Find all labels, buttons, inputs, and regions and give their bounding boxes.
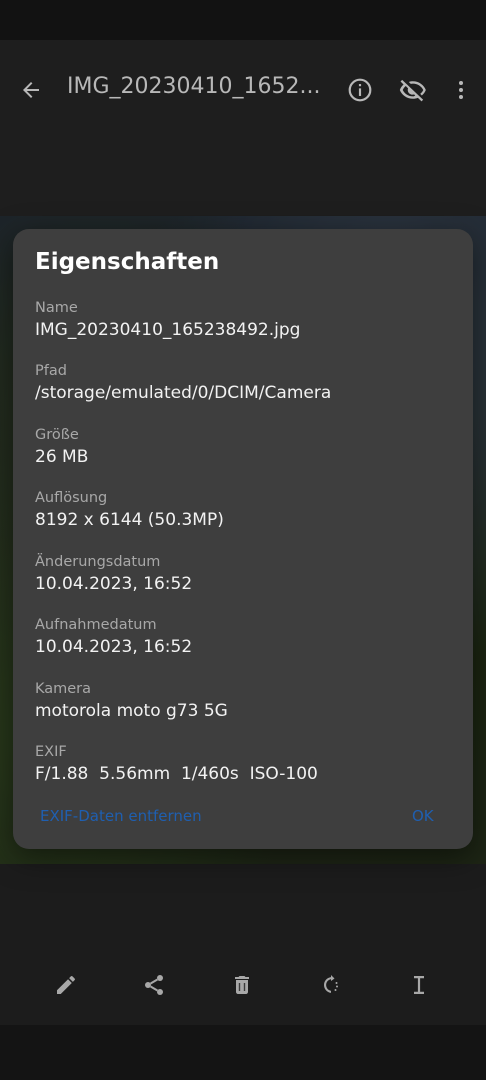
info-icon [348,78,372,102]
property-value: 26 MB [35,447,89,467]
property-exif: EXIF F/1.88 5.56mm 1/460s ISO-100 [35,744,455,784]
property-camera: Kamera motorola moto g73 5G [35,681,455,721]
ok-button[interactable]: OK [412,807,434,825]
share-icon [145,975,163,995]
property-label: Änderungsdatum [35,554,161,570]
property-value: 10.04.2023, 16:52 [35,637,193,657]
navigation-bar [0,1025,486,1080]
edit-icon [57,975,75,994]
property-label: Name [35,300,78,316]
info-button[interactable] [340,70,380,110]
more-button[interactable] [441,70,481,110]
status-bar [0,0,486,40]
property-value: F/1.88 5.56mm 1/460s ISO-100 [35,764,318,784]
property-name: Name IMG_20230410_165238492.jpg [35,300,455,340]
delete-button[interactable] [222,965,262,1005]
rotate-button[interactable] [311,965,351,1005]
back-button[interactable] [11,70,51,110]
top-app-bar: IMG_20230410_1652... [0,40,486,216]
file-title: IMG_20230410_1652... [67,74,321,99]
hide-button[interactable] [393,70,433,110]
property-size: Größe 26 MB [35,427,455,467]
property-value: motorola moto g73 5G [35,701,228,721]
property-value: 8192 x 6144 (50.3MP) [35,510,224,530]
rotate-icon [324,975,338,993]
share-button[interactable] [134,965,174,1005]
property-label: Kamera [35,681,92,697]
property-label: Auflösung [35,490,108,506]
property-path: Pfad /storage/emulated/0/DCIM/Camera [35,363,455,403]
property-label: Aufnahmedatum [35,617,157,633]
property-value: 10.04.2023, 16:52 [35,574,193,594]
property-label: EXIF [35,744,67,760]
bottom-action-bar [0,945,486,1025]
property-label: Größe [35,427,79,443]
remove-exif-button[interactable]: EXIF-Daten entfernen [40,807,202,825]
properties-dialog: Eigenschaften Name IMG_20230410_16523849… [13,229,473,849]
arrow-back-icon [23,82,39,98]
property-value: IMG_20230410_165238492.jpg [35,320,301,340]
edit-button[interactable] [46,965,86,1005]
dialog-title: Eigenschaften [35,249,220,275]
delete-icon [235,976,249,994]
rename-button[interactable] [399,965,439,1005]
property-label: Pfad [35,363,67,379]
property-resolution: Auflösung 8192 x 6144 (50.3MP) [35,490,455,530]
property-value: /storage/emulated/0/DCIM/Camera [35,383,332,403]
property-taken-date: Aufnahmedatum 10.04.2023, 16:52 [35,617,455,657]
more-vert-icon [459,81,463,99]
rename-icon [414,976,424,994]
property-modified-date: Änderungsdatum 10.04.2023, 16:52 [35,554,455,594]
visibility-off-icon [399,79,426,102]
